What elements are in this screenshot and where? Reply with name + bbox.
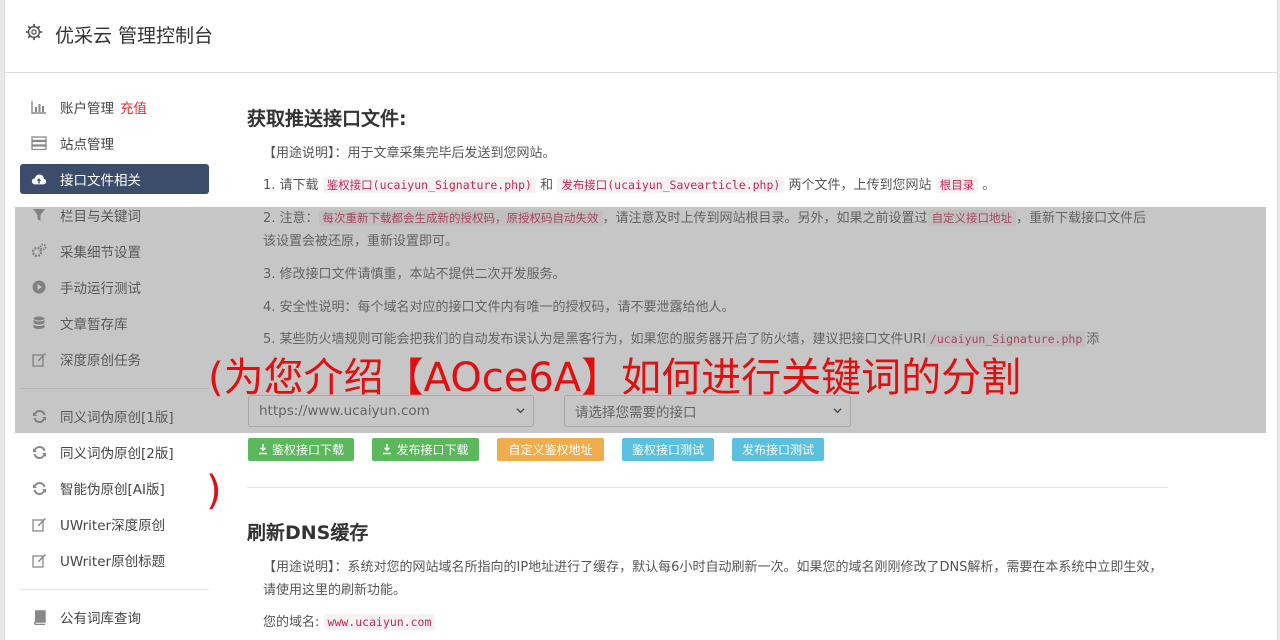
dns-usage-note: 【用途说明】：系统对您的网站域名所指向的IP地址进行了缓存，默认每6小时自动刷新…: [263, 560, 1163, 598]
sidebar-divider: [20, 589, 209, 590]
sidebar-item-api-files[interactable]: 接口文件相关: [20, 164, 209, 194]
auth-api-code: 鉴权接口(ucaiyun_Signature.php): [322, 177, 536, 193]
sidebar-item-label: UWriter深度原创: [60, 518, 166, 534]
download-publish-button[interactable]: 发布接口下载: [372, 438, 479, 461]
publish-api-code: 发布接口(ucaiyun_Savearticle.php): [557, 177, 785, 193]
domain-row: 您的域名: www.ucaiyun.com: [248, 611, 863, 634]
section-title-dns: 刷新DNS缓存: [247, 522, 369, 544]
overlay-banner-text: (为您介绍【AOce6A】如何进行关键词的分割: [208, 355, 1022, 401]
header: 优采云 管理控制台: [5, 0, 1277, 73]
sidebar-item-sites[interactable]: 站点管理: [20, 128, 209, 158]
sidebar-item-label: UWriter原创标题: [60, 554, 166, 570]
sidebar-item-label: 站点管理: [60, 137, 114, 153]
sidebar-item-label: 接口文件相关: [60, 173, 141, 189]
sidebar-item-synonym-v2[interactable]: 同义词伪原创[2版]: [20, 437, 209, 467]
page-title: 优采云 管理控制台: [55, 25, 214, 47]
test-publish-button[interactable]: 发布接口测试: [732, 438, 824, 461]
gear-icon: [25, 23, 43, 41]
book-icon: [31, 609, 47, 625]
edit-icon: [31, 552, 47, 568]
download-icon: [382, 444, 392, 455]
sidebar-item-uwriter-title[interactable]: UWriter原创标题: [20, 545, 209, 575]
sidebar-item-uwriter-deep[interactable]: UWriter深度原创: [20, 509, 209, 539]
root-dir-code: 根目录: [935, 177, 979, 193]
usage-note: 【用途说明】：用于文章采集完毕后发送到您网站。: [263, 146, 556, 161]
domain-value: www.ucaiyun.com: [323, 614, 436, 630]
section-divider: [247, 487, 1168, 488]
domain-label: 您的域名:: [263, 615, 320, 630]
edit-icon: [31, 516, 47, 532]
step-1: 1. 请下载 鉴权接口(ucaiyun_Signature.php) 和 发布接…: [263, 177, 996, 193]
sidebar-item-label: 公有词库查询: [60, 611, 141, 627]
sidebar-item-label: 账户管理: [60, 101, 114, 117]
refresh-icon: [31, 480, 47, 496]
sidebar-item-label: 同义词伪原创[2版]: [60, 446, 174, 462]
server-icon: [31, 135, 47, 151]
overlay-banner-end: ): [206, 468, 222, 514]
test-auth-button[interactable]: 鉴权接口测试: [622, 438, 714, 461]
download-icon: [258, 444, 268, 455]
recharge-link[interactable]: 充值: [120, 97, 147, 117]
sidebar-item-ai-rewrite[interactable]: 智能伪原创[AI版]: [20, 473, 209, 503]
custom-auth-url-button[interactable]: 自定义鉴权地址: [497, 438, 604, 461]
section-title-get-api: 获取推送接口文件:: [247, 108, 407, 130]
refresh-icon: [31, 444, 47, 460]
sidebar-item-account[interactable]: 账户管理 充值: [20, 92, 209, 122]
sidebar-item-public-lexicon[interactable]: 公有词库查询: [20, 602, 209, 632]
sidebar-item-label: 智能伪原创[AI版]: [60, 482, 165, 498]
cloud-upload-icon: [31, 171, 47, 187]
download-auth-button[interactable]: 鉴权接口下载: [248, 438, 354, 461]
bar-chart-icon: [31, 99, 47, 115]
